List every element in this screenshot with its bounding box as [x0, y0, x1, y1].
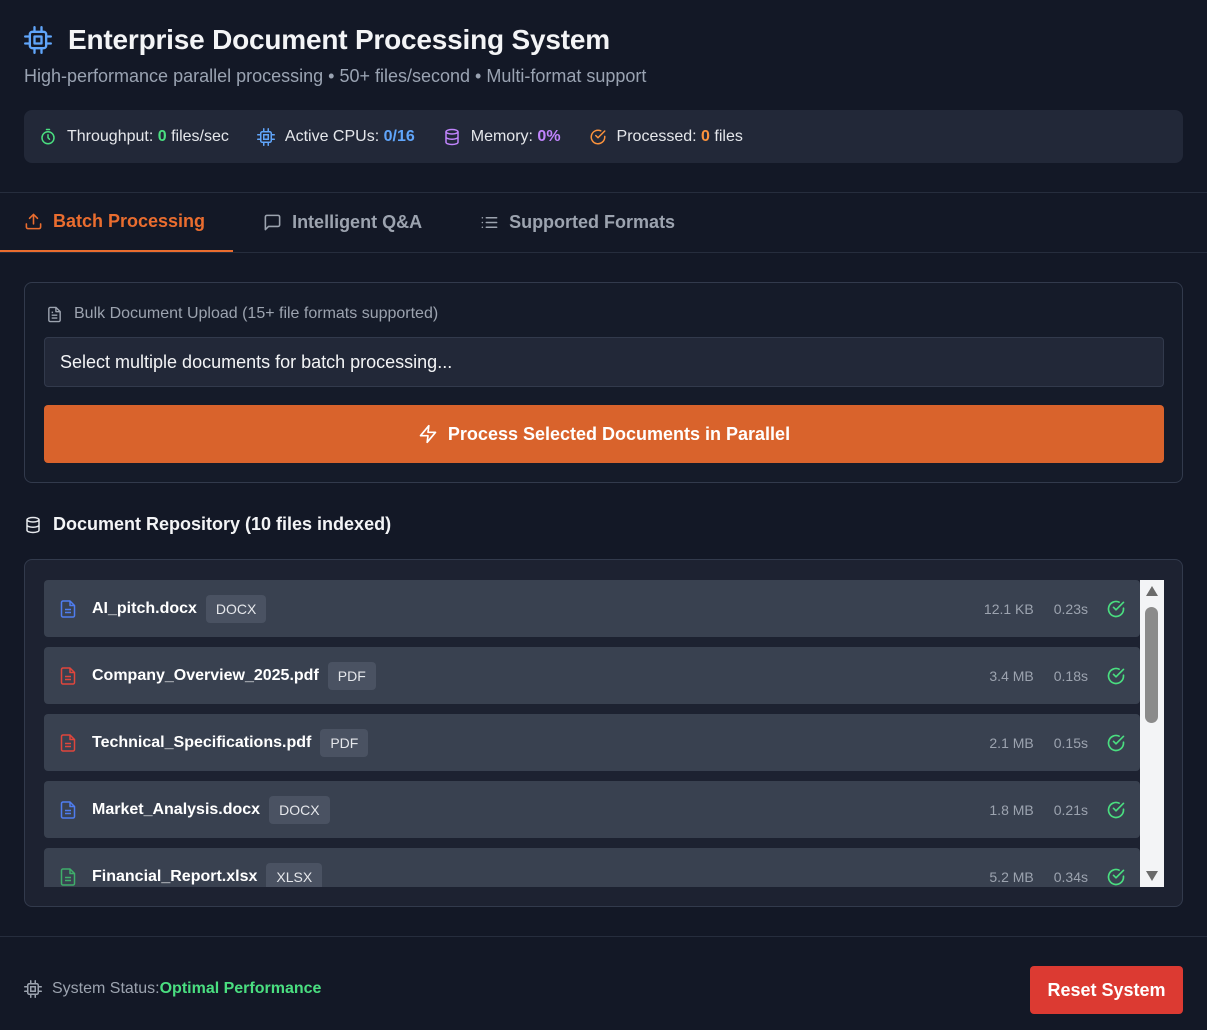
document-icon: [60, 800, 76, 819]
file-type-badge: DOCX: [269, 795, 330, 824]
stat-processed: Processed: 0 files: [589, 128, 743, 146]
tab-intelligent-qa[interactable]: Intelligent Q&A: [233, 193, 450, 252]
message-icon: [263, 213, 282, 232]
status-value: Optimal Performance: [159, 980, 322, 997]
file-meta: 5.2 MB 0.34s: [989, 848, 1126, 887]
file-name: Market_Analysis.docx: [92, 800, 261, 818]
file-meta: 2.1 MB 0.15s: [989, 714, 1126, 771]
file-row[interactable]: AI_pitch.docx DOCX 12.1 KB 0.23s: [44, 580, 1140, 637]
file-row[interactable]: Market_Analysis.docx DOCX 1.8 MB 0.21s: [44, 781, 1140, 838]
check-circle-icon: [1106, 800, 1126, 820]
file-list[interactable]: AI_pitch.docx DOCX 12.1 KB 0.23s Company_Ove…: [44, 580, 1164, 887]
scroll-down-arrow-icon[interactable]: [1145, 870, 1159, 882]
memory-value: 0%: [537, 127, 561, 145]
check-circle-icon: [589, 128, 607, 146]
system-status: System Status: Optimal Performance: [24, 980, 321, 998]
page-subtitle: High-performance parallel processing • 5…: [24, 66, 647, 86]
cpu-icon: [24, 980, 42, 998]
check-circle-icon: [1106, 733, 1126, 753]
document-icon: [60, 599, 76, 618]
file-size: 12.1 KB: [983, 600, 1034, 617]
scrollbar[interactable]: [1140, 580, 1164, 887]
file-type-badge: XLSX: [266, 862, 323, 887]
divider: [0, 936, 1207, 937]
check-circle-icon: [1106, 867, 1126, 887]
file-meta: 12.1 KB 0.23s: [984, 580, 1126, 637]
stats-bar: Throughput: 0 files/sec Active CPUs: 0/1…: [24, 110, 1183, 163]
timer-icon: [39, 128, 57, 146]
divider: [0, 252, 1207, 253]
file-name: AI_pitch.docx: [92, 599, 197, 617]
file-icon: [46, 306, 63, 323]
file-meta: 1.8 MB 0.21s: [989, 781, 1126, 838]
check-circle-icon: [1106, 599, 1126, 619]
file-size: 1.8 MB: [989, 801, 1034, 818]
cpus-value: 0/16: [383, 127, 415, 145]
tab-batch-processing[interactable]: Batch Processing: [0, 193, 234, 252]
file-type-badge: PDF: [320, 728, 369, 757]
file-row[interactable]: Financial_Report.xlsx XLSX 5.2 MB 0.34s: [44, 848, 1140, 887]
processing-time: 0.21s: [1053, 801, 1088, 818]
document-icon: [60, 867, 76, 886]
upload-icon: [24, 212, 43, 231]
check-circle-icon: [1106, 666, 1126, 686]
file-meta: 3.4 MB 0.18s: [989, 647, 1126, 704]
scroll-up-arrow-icon[interactable]: [1145, 585, 1159, 597]
file-name: Financial_Report.xlsx: [92, 867, 258, 885]
stat-cpus: Active CPUs: 0/16: [256, 127, 415, 146]
file-size: 2.1 MB: [989, 734, 1034, 751]
file-size: 3.4 MB: [989, 667, 1034, 684]
document-icon: [60, 666, 76, 685]
file-name: Company_Overview_2025.pdf: [92, 666, 319, 684]
tab-bar: Batch Processing Intelligent Q&A Support…: [0, 193, 1207, 253]
processing-time: 0.15s: [1053, 734, 1088, 751]
list-icon: [480, 213, 499, 232]
stat-memory: Memory: 0%: [443, 128, 561, 146]
app-header: Enterprise Document Processing System Hi…: [24, 20, 1183, 87]
cpu-icon: [24, 26, 52, 54]
file-type-badge: PDF: [327, 661, 376, 690]
scrollbar-thumb[interactable]: [1145, 607, 1158, 723]
page-title: Enterprise Document Processing System: [68, 24, 610, 55]
document-icon: [60, 733, 76, 752]
upload-card: Bulk Document Upload (15+ file formats s…: [24, 282, 1183, 483]
lightning-icon: [418, 424, 438, 444]
cpu-icon: [256, 127, 275, 146]
tab-supported-formats[interactable]: Supported Formats: [450, 193, 703, 252]
processing-time: 0.23s: [1053, 600, 1088, 617]
database-icon: [24, 516, 42, 534]
database-icon: [443, 128, 461, 146]
reset-system-button[interactable]: Reset System: [1030, 966, 1183, 1014]
processing-time: 0.34s: [1053, 868, 1088, 885]
repository-panel: AI_pitch.docx DOCX 12.1 KB 0.23s Company_Ove…: [24, 559, 1183, 907]
file-size: 5.2 MB: [989, 868, 1034, 885]
processing-time: 0.18s: [1053, 667, 1088, 684]
throughput-value: 0: [157, 127, 167, 145]
file-picker-input[interactable]: Select multiple documents for batch proc…: [44, 337, 1164, 387]
upload-label: Bulk Document Upload (15+ file formats s…: [46, 305, 438, 323]
file-row[interactable]: Company_Overview_2025.pdf PDF 3.4 MB 0.18s: [44, 647, 1140, 704]
stat-throughput: Throughput: 0 files/sec: [39, 128, 229, 146]
file-row[interactable]: Technical_Specifications.pdf PDF 2.1 MB 0.1…: [44, 714, 1140, 771]
file-name: Technical_Specifications.pdf: [92, 733, 312, 751]
repository-title: Document Repository (10 files indexed): [24, 514, 391, 535]
file-type-badge: DOCX: [205, 594, 267, 623]
process-documents-button[interactable]: Process Selected Documents in Parallel: [44, 405, 1164, 463]
processed-value: 0: [701, 127, 710, 145]
